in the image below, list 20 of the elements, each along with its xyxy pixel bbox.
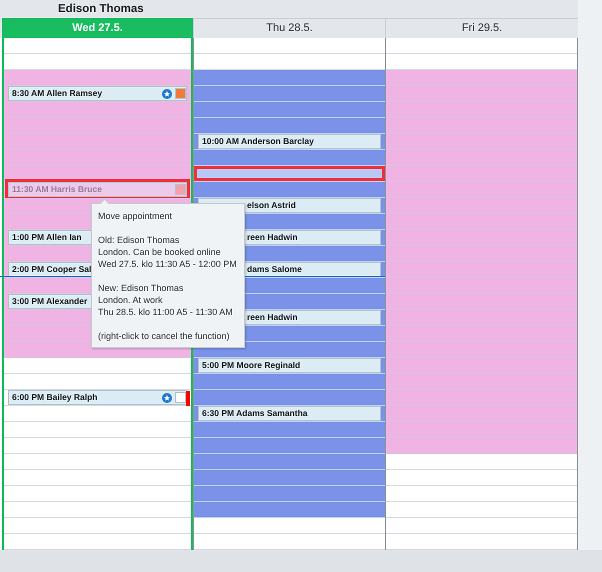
appointment-text: reen Hadwin bbox=[247, 311, 298, 324]
tooltip-text: (right-click to cancel the function) bbox=[98, 330, 231, 342]
appointment-text: 8:30 AM Allen Ramsey bbox=[12, 87, 102, 100]
tooltip-text: Move appointment bbox=[98, 210, 174, 222]
tooltip-text: London. Can be booked online bbox=[98, 246, 222, 258]
tooltip-text: Old: Edison Thomas bbox=[98, 234, 180, 246]
appointment-text: 10:00 AM Anderson Barclay bbox=[202, 135, 314, 148]
appointment-text: 2:00 PM Cooper Sal bbox=[12, 263, 92, 276]
appointment-text: reen Hadwin bbox=[247, 231, 298, 244]
appointment-text: 3:00 PM Alexander bbox=[12, 295, 88, 308]
appointment-text: 1:00 PM Allen Ian bbox=[12, 231, 82, 244]
appointment-text: elson Astrid bbox=[247, 199, 296, 212]
tooltip-text: New: Edison Thomas bbox=[98, 282, 184, 294]
appointment-text: 6:30 PM Adams Samantha bbox=[202, 407, 308, 420]
appointment-text: 5:00 PM Moore Reginald bbox=[202, 359, 300, 372]
resource-name: Edison Thomas bbox=[0, 0, 578, 18]
appointment-text: dams Salome bbox=[247, 263, 302, 276]
appointment-text: 11:30 AM Harris Bruce bbox=[12, 183, 102, 196]
appointment-text: 6:00 PM Bailey Ralph bbox=[12, 391, 98, 404]
tooltip-text: London. At work bbox=[98, 294, 164, 306]
